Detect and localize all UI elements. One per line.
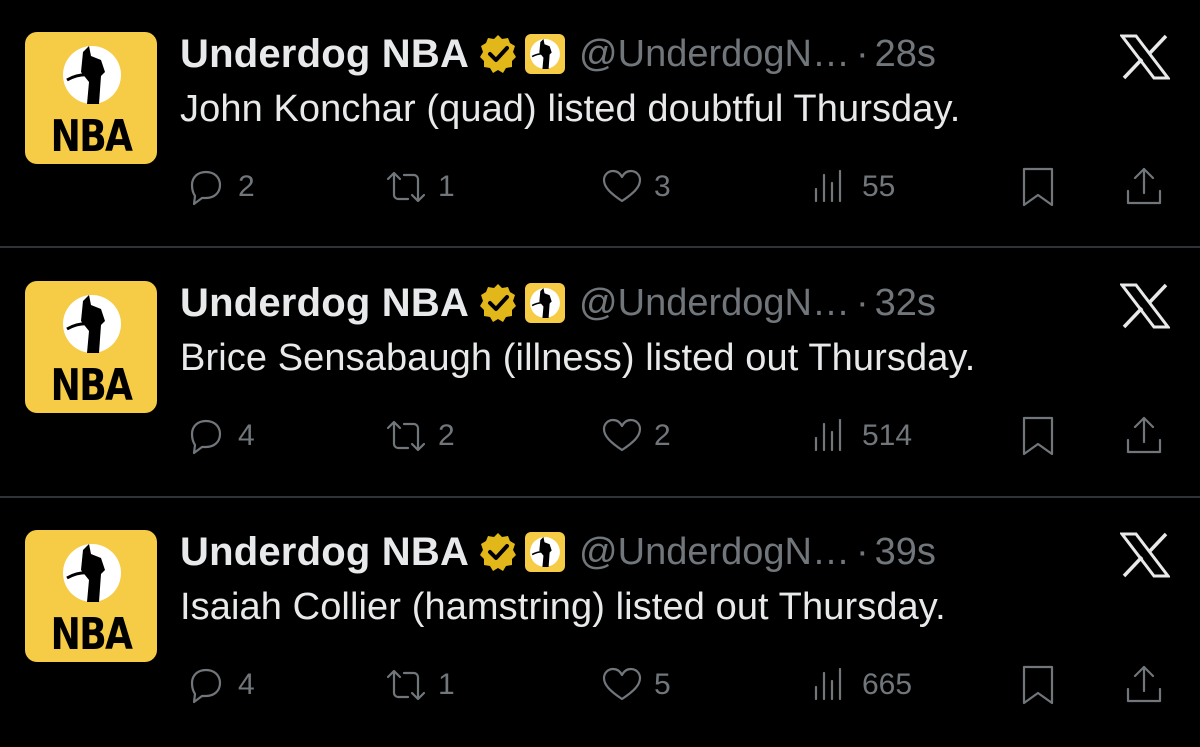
account-handle[interactable]: @UnderdogN… <box>579 531 850 574</box>
x-logo-icon[interactable] <box>1120 34 1170 80</box>
reply-button[interactable]: 2 <box>184 162 255 212</box>
bookmark-button[interactable] <box>1016 660 1060 710</box>
x-logo-icon[interactable] <box>1120 283 1170 329</box>
retweet-count: 1 <box>438 170 455 203</box>
share-icon <box>1126 665 1162 703</box>
avatar-label: NBA <box>50 360 133 411</box>
share-icon <box>1126 167 1162 205</box>
avatar[interactable]: NBA <box>25 530 157 662</box>
reply-icon <box>190 419 222 455</box>
bookmark-button[interactable] <box>1016 162 1060 212</box>
timestamp[interactable]: 32s <box>875 282 936 325</box>
heart-icon <box>602 667 642 701</box>
tweet[interactable]: NBA Underdog NBA @UnderdogN… · 39s Isaia… <box>0 498 1200 746</box>
views-count: 514 <box>862 419 913 452</box>
views-icon <box>814 667 842 701</box>
views-button[interactable]: 514 <box>808 411 912 461</box>
share-button[interactable] <box>1122 660 1166 710</box>
like-button[interactable]: 5 <box>600 660 671 710</box>
underdog-dog-icon <box>530 537 560 567</box>
like-button[interactable]: 3 <box>600 162 671 212</box>
bookmark-icon <box>1022 416 1054 456</box>
like-button[interactable]: 2 <box>600 411 671 461</box>
reply-count: 4 <box>238 419 255 452</box>
share-icon <box>1126 416 1162 454</box>
account-name[interactable]: Underdog NBA <box>180 530 469 575</box>
views-count: 665 <box>862 668 913 701</box>
timestamp[interactable]: 28s <box>875 33 936 76</box>
tweet-actions: 4 1 5 665 <box>0 660 1200 710</box>
underdog-dog-icon <box>530 39 560 69</box>
heart-icon <box>602 169 642 203</box>
underdog-dog-icon <box>63 295 121 353</box>
verified-badge-icon[interactable] <box>477 282 519 324</box>
views-icon <box>814 169 842 203</box>
divider <box>0 246 1200 248</box>
account-name[interactable]: Underdog NBA <box>180 32 469 77</box>
reply-button[interactable]: 4 <box>184 411 255 461</box>
separator-dot: · <box>855 281 869 324</box>
bookmark-icon <box>1022 665 1054 705</box>
avatar-label: NBA <box>50 111 133 162</box>
reply-icon <box>190 170 222 206</box>
share-button[interactable] <box>1122 162 1166 212</box>
x-logo-icon[interactable] <box>1120 532 1170 578</box>
tweet-header: Underdog NBA @UnderdogN… · 28s <box>180 26 936 82</box>
tweet[interactable]: NBA Underdog NBA @UnderdogN… · 32s Brice… <box>0 249 1200 497</box>
views-button[interactable]: 55 <box>808 162 895 212</box>
reply-button[interactable]: 4 <box>184 660 255 710</box>
tweet-text: John Konchar (quad) listed doubtful Thur… <box>180 88 961 130</box>
reply-count: 4 <box>238 668 255 701</box>
verified-badge-icon[interactable] <box>477 531 519 573</box>
affiliate-badge[interactable] <box>525 34 566 74</box>
retweet-button[interactable]: 1 <box>384 162 455 212</box>
avatar[interactable]: NBA <box>25 281 157 413</box>
bookmark-button[interactable] <box>1016 411 1060 461</box>
avatar-label: NBA <box>50 609 133 660</box>
underdog-dog-icon <box>63 46 121 104</box>
affiliate-badge[interactable] <box>525 532 566 572</box>
retweet-button[interactable]: 1 <box>384 660 455 710</box>
timestamp[interactable]: 39s <box>875 531 936 574</box>
avatar[interactable]: NBA <box>25 32 157 164</box>
account-name[interactable]: Underdog NBA <box>180 281 469 326</box>
retweet-count: 2 <box>438 419 455 452</box>
tweet-header: Underdog NBA @UnderdogN… · 39s <box>180 524 936 580</box>
like-count: 3 <box>654 170 671 203</box>
underdog-dog-icon <box>530 288 560 318</box>
tweet-actions: 4 2 2 514 <box>0 411 1200 461</box>
account-handle[interactable]: @UnderdogN… <box>579 282 850 325</box>
underdog-dog-icon <box>63 544 121 602</box>
retweet-icon <box>386 669 426 701</box>
tweet-text: Brice Sensabaugh (illness) listed out Th… <box>180 337 976 379</box>
verified-badge-icon[interactable] <box>477 33 519 75</box>
retweet-button[interactable]: 2 <box>384 411 455 461</box>
tweet-feed: NBA Underdog NBA @UnderdogN… · 28s John … <box>0 0 1200 747</box>
views-icon <box>814 418 842 452</box>
retweet-count: 1 <box>438 668 455 701</box>
like-count: 2 <box>654 419 671 452</box>
tweet-text: Isaiah Collier (hamstring) listed out Th… <box>180 586 946 628</box>
separator-dot: · <box>855 32 869 75</box>
tweet-header: Underdog NBA @UnderdogN… · 32s <box>180 275 936 331</box>
retweet-icon <box>386 420 426 452</box>
reply-icon <box>190 668 222 704</box>
bookmark-icon <box>1022 167 1054 207</box>
tweet[interactable]: NBA Underdog NBA @UnderdogN… · 28s John … <box>0 0 1200 248</box>
retweet-icon <box>386 171 426 203</box>
reply-count: 2 <box>238 170 255 203</box>
views-button[interactable]: 665 <box>808 660 912 710</box>
heart-icon <box>602 418 642 452</box>
separator-dot: · <box>855 530 869 573</box>
tweet-actions: 2 1 3 55 <box>0 162 1200 212</box>
like-count: 5 <box>654 668 671 701</box>
share-button[interactable] <box>1122 411 1166 461</box>
views-count: 55 <box>862 170 896 203</box>
affiliate-badge[interactable] <box>525 283 566 323</box>
account-handle[interactable]: @UnderdogN… <box>579 33 850 76</box>
